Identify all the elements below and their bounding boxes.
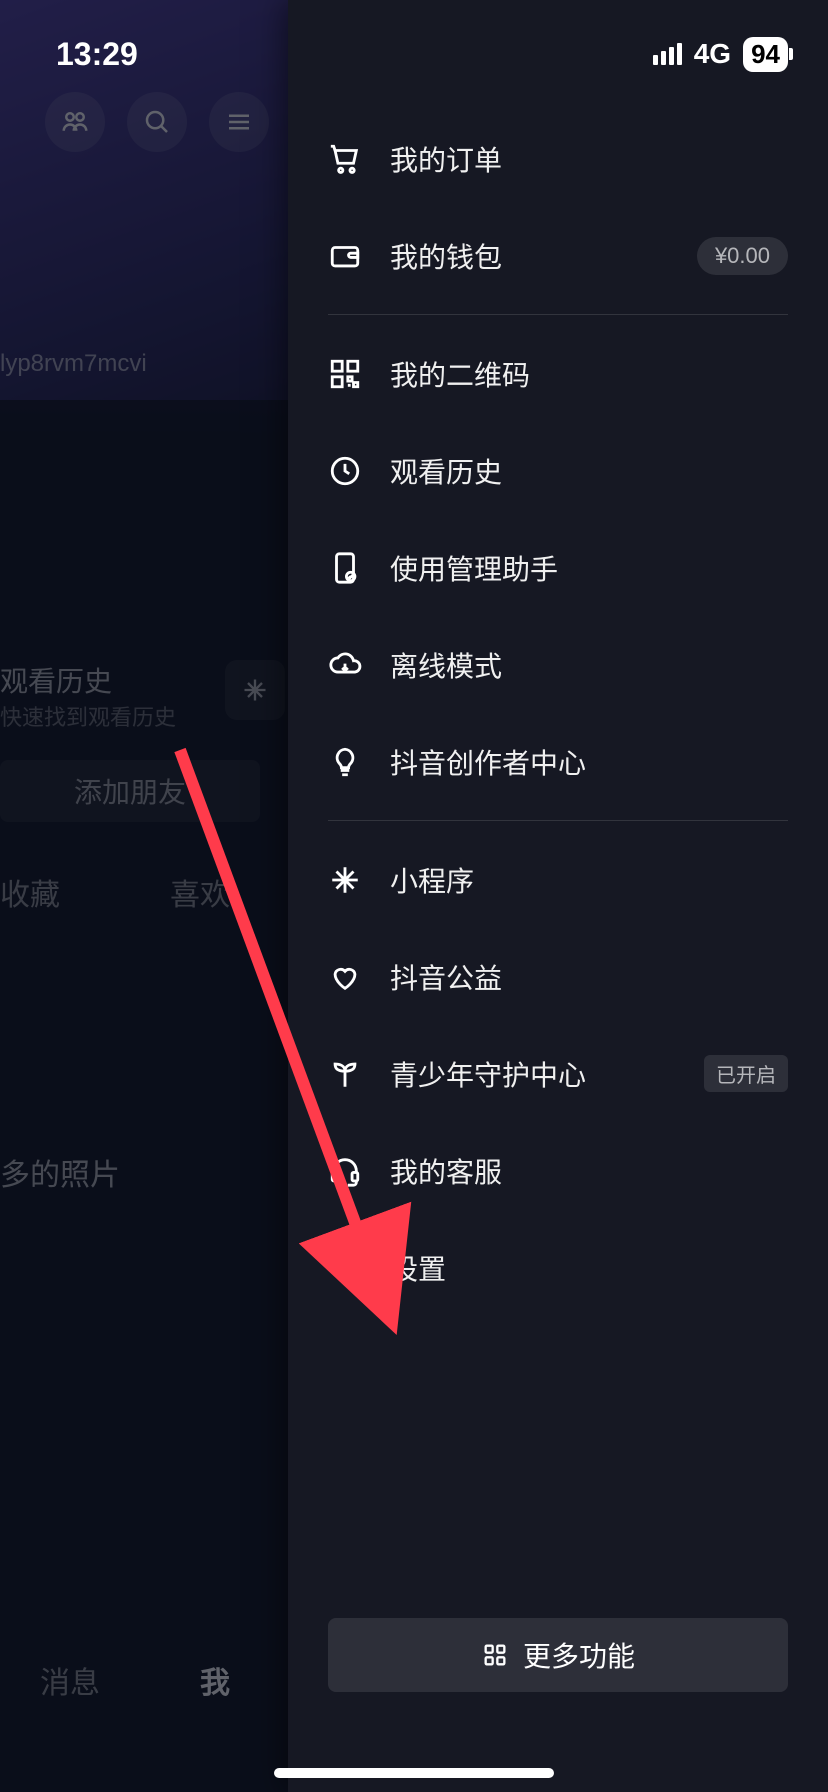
bottom-nav: 消息 我 xyxy=(40,1658,230,1702)
menu-label: 使用管理助手 xyxy=(390,548,788,588)
nav-me[interactable]: 我 xyxy=(200,1658,230,1702)
status-bar: 13:29 4G 94 xyxy=(0,0,828,88)
top-icon-row xyxy=(45,92,269,152)
cart-icon xyxy=(328,142,362,176)
menu-label: 抖音公益 xyxy=(390,957,788,997)
phone-manage-icon xyxy=(328,551,362,585)
photos-label: 多的照片 xyxy=(0,1150,120,1194)
menu-label: 我的二维码 xyxy=(390,354,788,394)
menu-label: 我的钱包 xyxy=(390,236,669,276)
menu-label: 抖音创作者中心 xyxy=(390,742,788,782)
bulb-icon xyxy=(328,745,362,779)
battery-indicator: 94 xyxy=(743,37,788,72)
menu-my-wallet[interactable]: 我的钱包 ¥0.00 xyxy=(328,207,788,304)
friends-icon[interactable] xyxy=(45,92,105,152)
history-title: 观看历史 xyxy=(0,660,112,700)
heart-ribbon-icon xyxy=(328,960,362,994)
divider xyxy=(328,314,788,315)
cloud-download-icon xyxy=(328,648,362,682)
menu-mini-program[interactable]: 小程序 xyxy=(328,831,788,928)
nav-messages[interactable]: 消息 xyxy=(40,1658,100,1702)
signal-icon xyxy=(653,43,682,65)
headset-icon xyxy=(328,1154,362,1188)
menu-offline-mode[interactable]: 离线模式 xyxy=(328,616,788,713)
network-label: 4G xyxy=(694,38,731,70)
menu-icon[interactable] xyxy=(209,92,269,152)
enabled-badge: 已开启 xyxy=(704,1055,788,1092)
menu-label: 离线模式 xyxy=(390,645,788,685)
menu-label: 我的订单 xyxy=(390,139,788,179)
search-icon[interactable] xyxy=(127,92,187,152)
tab-collect[interactable]: 收藏 xyxy=(0,870,60,914)
menu-customer-service[interactable]: 我的客服 xyxy=(328,1122,788,1219)
menu-creator-center[interactable]: 抖音创作者中心 xyxy=(328,713,788,810)
menu-qrcode[interactable]: 我的二维码 xyxy=(328,325,788,422)
home-indicator xyxy=(274,1768,554,1778)
menu-my-orders[interactable]: 我的订单 xyxy=(328,110,788,207)
add-friend-button[interactable]: 添加朋友 xyxy=(0,760,260,822)
sparkle-icon xyxy=(328,863,362,897)
status-time: 13:29 xyxy=(56,36,138,73)
menu-youth-guardian[interactable]: 青少年守护中心 已开启 xyxy=(328,1025,788,1122)
menu-watch-history[interactable]: 观看历史 xyxy=(328,422,788,519)
more-functions-label: 更多功能 xyxy=(523,1635,635,1675)
status-right: 4G 94 xyxy=(653,37,788,72)
grid-icon xyxy=(481,1641,509,1669)
menu-label: 观看历史 xyxy=(390,451,788,491)
menu-charity[interactable]: 抖音公益 xyxy=(328,928,788,1025)
side-drawer: 我的订单 我的钱包 ¥0.00 我的二维码 观看历史 使 xyxy=(288,0,828,1792)
menu-label: 我的客服 xyxy=(390,1151,788,1191)
sprout-icon xyxy=(328,1057,362,1091)
history-subtitle: 快速找到观看历史 xyxy=(0,700,176,732)
menu-settings[interactable]: 设置 xyxy=(328,1219,788,1316)
menu-label: 设置 xyxy=(390,1248,788,1288)
menu-usage-assistant[interactable]: 使用管理助手 xyxy=(328,519,788,616)
menu-label: 青少年守护中心 xyxy=(390,1054,676,1094)
clock-icon xyxy=(328,454,362,488)
qrcode-icon xyxy=(328,357,362,391)
menu-label: 小程序 xyxy=(390,860,788,900)
sparkle-button[interactable] xyxy=(225,660,285,720)
wallet-balance-badge: ¥0.00 xyxy=(697,237,788,275)
gear-icon xyxy=(328,1251,362,1285)
profile-tabs: 收藏 喜欢 xyxy=(0,870,230,914)
divider xyxy=(328,820,788,821)
wallet-icon xyxy=(328,239,362,273)
more-functions-button[interactable]: 更多功能 xyxy=(328,1618,788,1692)
tab-like[interactable]: 喜欢 xyxy=(170,870,230,914)
username: lyp8rvm7mcvi xyxy=(0,350,147,378)
